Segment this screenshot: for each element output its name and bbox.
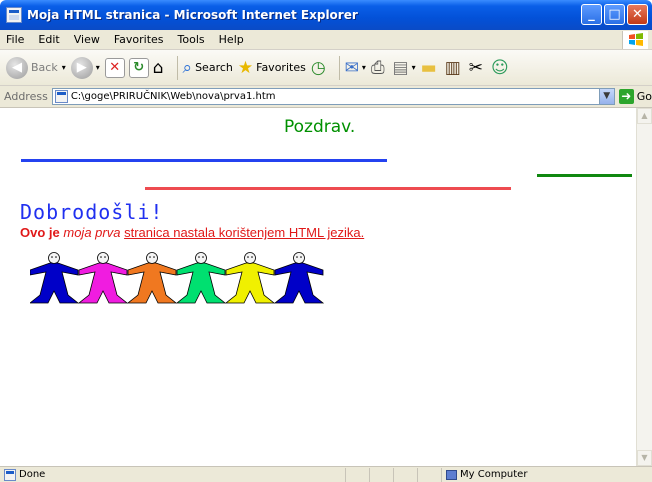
address-value: C:\goge\PRIRUČNIK\Web\nova\prva1.htm: [70, 91, 276, 102]
research-icon: ▥: [444, 57, 461, 78]
scroll-down-icon[interactable]: ▼: [637, 450, 652, 466]
address-label: Address: [4, 90, 48, 103]
status-page-icon: [4, 468, 16, 481]
windows-logo-icon: [622, 31, 648, 49]
intro-italic-text: moja prva: [63, 225, 121, 240]
back-label: Back: [31, 61, 58, 74]
menu-file[interactable]: File: [6, 33, 24, 46]
go-arrow-icon: ➜: [618, 89, 634, 104]
address-bar: Address C:\goge\PRIRUČNIK\Web\nova\prva1…: [0, 86, 652, 108]
back-dropdown-icon: ▾: [61, 63, 66, 72]
menu-help[interactable]: Help: [219, 33, 244, 46]
paper-person-figure: [77, 252, 129, 304]
status-panel: [417, 467, 441, 482]
intro-bold-text: Ovo je: [20, 225, 60, 240]
tools-button[interactable]: ✂: [469, 58, 486, 78]
edit-icon: ▤: [392, 57, 409, 78]
menu-tools[interactable]: Tools: [178, 33, 205, 46]
star-icon: ★: [237, 57, 254, 78]
search-label: Search: [195, 61, 233, 74]
forward-button[interactable]: ▶ ▾: [70, 56, 100, 79]
red-horizontal-rule: [145, 187, 511, 190]
zone-label: My Computer: [460, 469, 528, 480]
maximize-button[interactable]: □: [604, 4, 625, 25]
intro-paragraph: Ovo je moja prva stranica nastala korišt…: [20, 225, 364, 240]
intro-underlined-text: stranica nastala korištenjem HTML jezika…: [124, 225, 365, 240]
ie-page-icon: [6, 7, 22, 23]
green-horizontal-rule: [537, 174, 632, 177]
close-button[interactable]: ✕: [627, 4, 648, 25]
go-button[interactable]: ➜ Go: [618, 89, 652, 104]
address-dropdown-icon[interactable]: ▼: [598, 89, 614, 104]
forward-dropdown-icon: ▾: [95, 63, 100, 72]
folder-icon: ▬: [420, 57, 437, 78]
edit-button[interactable]: ▤ ▾: [393, 58, 416, 78]
research-button[interactable]: ▥: [445, 58, 464, 78]
mail-icon: ✉: [344, 57, 359, 78]
refresh-button[interactable]: ↻: [128, 57, 149, 78]
back-arrow-icon: ◀: [6, 56, 28, 79]
history-button[interactable]: ◷: [311, 58, 329, 78]
security-zone: My Computer: [441, 467, 561, 482]
folder-button[interactable]: ▬: [421, 58, 440, 78]
title-bar: Moja HTML stranica - Microsoft Internet …: [0, 0, 652, 30]
history-icon: ◷: [310, 57, 326, 78]
toolbar: ◀ Back ▾ ▶ ▾ ✕ ↻ ⌂ ⌕ Search ★ Favorites …: [0, 50, 652, 86]
favorites-label: Favorites: [256, 61, 306, 74]
search-icon: ⌕: [182, 57, 193, 78]
favorites-button[interactable]: ★ Favorites: [238, 58, 306, 78]
greeting-heading: Pozdrav.: [284, 117, 356, 137]
back-button[interactable]: ◀ Back ▾: [6, 56, 66, 79]
blue-horizontal-rule: [21, 159, 387, 162]
print-button[interactable]: ⎙: [371, 58, 388, 78]
paper-person-figure: [175, 252, 227, 304]
go-label: Go: [636, 90, 652, 103]
menu-bar: File Edit View Favorites Tools Help: [0, 30, 652, 50]
paper-people-chain-image: [30, 252, 324, 304]
status-panel: [393, 467, 417, 482]
menu-favorites[interactable]: Favorites: [114, 33, 164, 46]
paper-person-figure: [30, 252, 80, 304]
menu-edit[interactable]: Edit: [38, 33, 59, 46]
minimize-button[interactable]: _: [581, 4, 602, 25]
toolbar-separator: [338, 55, 340, 80]
stop-button[interactable]: ✕: [104, 57, 125, 78]
messenger-icon: ☺: [491, 57, 509, 78]
mail-button[interactable]: ✉ ▾: [345, 58, 366, 78]
vertical-scrollbar[interactable]: ▲ ▼: [636, 108, 652, 466]
home-icon: ⌂: [152, 57, 164, 78]
address-input[interactable]: C:\goge\PRIRUČNIK\Web\nova\prva1.htm ▼: [51, 88, 615, 105]
status-panel: [345, 467, 369, 482]
print-icon: ⎙: [370, 57, 385, 78]
toolbar-separator: [176, 55, 178, 80]
messenger-button[interactable]: ☺: [491, 58, 512, 78]
page-icon: [54, 90, 68, 103]
paper-person-figure: [224, 252, 276, 304]
paper-person-figure: [273, 252, 324, 304]
forward-arrow-icon: ▶: [70, 56, 93, 79]
menu-view[interactable]: View: [74, 33, 100, 46]
tools-icon: ✂: [468, 57, 483, 78]
welcome-heading: Dobrodošli!: [20, 200, 164, 224]
status-panel: [369, 467, 393, 482]
home-button[interactable]: ⌂: [153, 58, 167, 78]
scroll-up-icon[interactable]: ▲: [637, 108, 652, 124]
computer-icon: [446, 469, 457, 480]
page-content: Pozdrav. Dobrodošli! Ovo je moja prva st…: [4, 108, 636, 466]
paper-person-figure: [126, 252, 178, 304]
status-bar: Done My Computer: [0, 466, 652, 482]
status-text: Done: [19, 469, 46, 480]
window-controls: _ □ ✕: [581, 4, 648, 25]
search-button[interactable]: ⌕ Search: [183, 58, 233, 78]
window-title: Moja HTML stranica - Microsoft Internet …: [27, 8, 358, 22]
